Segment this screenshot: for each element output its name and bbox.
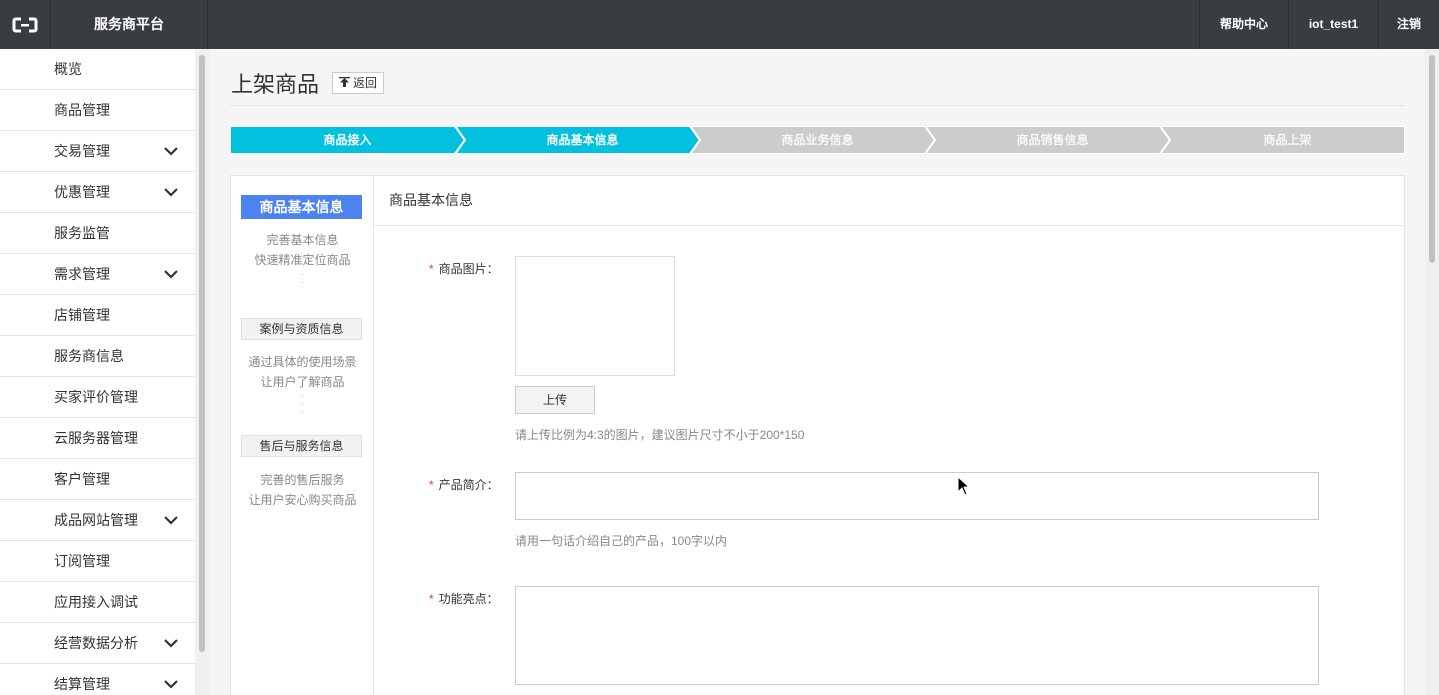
main-content: 上架商品 返回 商品接入 商品基本信息 商品业务信息 商品销售信息 商品上架 商品基本信… xyxy=(209,49,1425,695)
feature-field-label: * 功能亮点： xyxy=(429,590,499,607)
sidebar-item-label: 结算管理 xyxy=(54,676,110,692)
logout-link[interactable]: 注销 xyxy=(1378,0,1439,49)
sidebar-item-label: 店铺管理 xyxy=(54,307,110,323)
aliyun-logo-icon[interactable] xyxy=(0,0,49,49)
sidebar-item[interactable]: 订阅管理 xyxy=(0,541,195,582)
intro-label-text: 产品简介： xyxy=(438,478,499,492)
guide-tab-basic-info[interactable]: 商品基本信息 xyxy=(241,195,362,219)
sidebar-item[interactable]: 成品网站管理 xyxy=(0,500,195,541)
chevron-down-icon[interactable] xyxy=(163,513,179,527)
app-title[interactable]: 服务商平台 xyxy=(50,0,208,49)
sidebar-item-label: 经营数据分析 xyxy=(54,635,138,651)
title-divider xyxy=(230,105,1405,106)
step-label: 商品接入 xyxy=(323,133,372,147)
form-guide-panel: 商品基本信息 完善基本信息 快速精准定位商品 · · 案例与资质信息 通过具体的使… xyxy=(231,176,374,695)
required-mark: * xyxy=(429,478,434,492)
form-section-title: 商品基本信息 xyxy=(374,176,1405,226)
back-arrow-icon xyxy=(339,77,350,87)
sidebar-item[interactable]: 需求管理 xyxy=(0,254,195,295)
sidebar-item-label: 交易管理 xyxy=(54,143,110,159)
sidebar-item-label: 客户管理 xyxy=(54,471,110,487)
guide-tab-after-sales[interactable]: 售后与服务信息 xyxy=(241,435,362,457)
image-hint: 请上传比例为4:3的图片，建议图片尺寸不小于200*150 xyxy=(515,428,805,442)
guide-dots: · · · xyxy=(300,391,304,418)
sidebar-item[interactable]: 服务商信息 xyxy=(0,336,195,377)
feature-label-text: 功能亮点： xyxy=(438,592,499,606)
upload-button[interactable]: 上传 xyxy=(515,386,595,414)
step-label: 商品业务信息 xyxy=(781,133,854,147)
intro-hint: 请用一句话介绍自己的产品，100字以内 xyxy=(515,534,728,548)
sidebar-item-label: 概览 xyxy=(54,61,82,77)
sidebar-item-label: 服务监管 xyxy=(54,225,110,241)
chevron-down-icon[interactable] xyxy=(163,144,179,158)
image-label-text: 商品图片： xyxy=(438,262,499,276)
back-button-label: 返回 xyxy=(353,76,378,90)
image-field-label: * 商品图片： xyxy=(429,260,499,277)
sidebar-item[interactable]: 结算管理 xyxy=(0,664,195,695)
step-label: 商品销售信息 xyxy=(1016,133,1089,147)
required-mark: * xyxy=(429,262,434,276)
sidebar-item-label: 订阅管理 xyxy=(54,553,110,569)
guide-dots: · · xyxy=(300,269,304,288)
sidebar-item-label: 买家评价管理 xyxy=(54,389,138,405)
guide-tab-cases[interactable]: 案例与资质信息 xyxy=(241,318,362,340)
sidebar-item[interactable]: 应用接入调试 xyxy=(0,582,195,623)
form-card: 商品基本信息 完善基本信息 快速精准定位商品 · · 案例与资质信息 通过具体的使… xyxy=(230,175,1405,695)
mouse-cursor-icon xyxy=(957,476,971,496)
sidebar-scrollbar[interactable] xyxy=(195,49,209,695)
feature-textarea[interactable] xyxy=(515,586,1319,685)
sidebar-scrollbar-thumb[interactable] xyxy=(199,55,205,652)
main-scrollbar[interactable] xyxy=(1425,49,1439,695)
guide-after-sales-desc-2: 让用户安心购买商品 xyxy=(248,493,357,507)
sidebar-item-label: 应用接入调试 xyxy=(54,594,138,610)
sidebar-item-label: 服务商信息 xyxy=(54,348,124,364)
sidebar-item[interactable]: 经营数据分析 xyxy=(0,623,195,664)
chevron-down-icon[interactable] xyxy=(163,185,179,199)
intro-field-label: * 产品简介： xyxy=(429,476,499,493)
chevron-down-icon[interactable] xyxy=(163,267,179,281)
sidebar-item-label: 成品网站管理 xyxy=(54,512,138,528)
guide-basic-desc-2: 快速精准定位商品 xyxy=(254,253,351,267)
sidebar-item[interactable]: 店铺管理 xyxy=(0,295,195,336)
progress-steps: 商品接入 商品基本信息 商品业务信息 商品销售信息 商品上架 xyxy=(230,126,1405,154)
sidebar-item[interactable]: 客户管理 xyxy=(0,459,195,500)
back-button[interactable]: 返回 xyxy=(332,72,384,94)
image-preview-box[interactable] xyxy=(515,256,675,376)
sidebar-item-label: 商品管理 xyxy=(54,102,110,118)
guide-cases-desc-1: 通过具体的使用场景 xyxy=(248,355,357,369)
guide-after-sales-desc-1: 完善的售后服务 xyxy=(260,473,345,487)
sidebar-item-label: 云服务器管理 xyxy=(54,430,138,446)
chevron-down-icon[interactable] xyxy=(163,677,179,691)
sidebar-item[interactable]: 云服务器管理 xyxy=(0,418,195,459)
guide-basic-desc-1: 完善基本信息 xyxy=(266,233,339,247)
form-area: 商品基本信息 * 商品图片： 上传 请上传比例为4:3的图片，建议图片尺寸不小于2… xyxy=(374,176,1405,695)
sidebar-item-label: 优惠管理 xyxy=(54,184,110,200)
sidebar-item[interactable]: 概览 xyxy=(0,49,195,90)
step-label: 商品上架 xyxy=(1263,133,1312,147)
top-navbar: 服务商平台 帮助中心 iot_test1 注销 xyxy=(0,0,1439,49)
page-title: 上架商品 xyxy=(231,72,320,97)
sidebar-item-label: 需求管理 xyxy=(54,266,110,282)
intro-input[interactable] xyxy=(515,472,1319,520)
chevron-down-icon[interactable] xyxy=(163,636,179,650)
step-label: 商品基本信息 xyxy=(546,133,619,147)
user-account-link[interactable]: iot_test1 xyxy=(1288,0,1378,49)
main-scrollbar-thumb[interactable] xyxy=(1429,55,1435,263)
sidebar-item[interactable]: 买家评价管理 xyxy=(0,377,195,418)
sidebar-nav: 概览商品管理交易管理优惠管理服务监管需求管理店铺管理服务商信息买家评价管理 云服务… xyxy=(0,49,195,695)
sidebar-item[interactable]: 商品管理 xyxy=(0,90,195,131)
sidebar-item[interactable]: 交易管理 xyxy=(0,131,195,172)
required-mark: * xyxy=(429,592,434,606)
sidebar-item[interactable]: 优惠管理 xyxy=(0,172,195,213)
guide-cases-desc-2: 让用户了解商品 xyxy=(260,375,345,389)
help-center-link[interactable]: 帮助中心 xyxy=(1199,0,1288,49)
sidebar-item[interactable]: 服务监管 xyxy=(0,213,195,254)
